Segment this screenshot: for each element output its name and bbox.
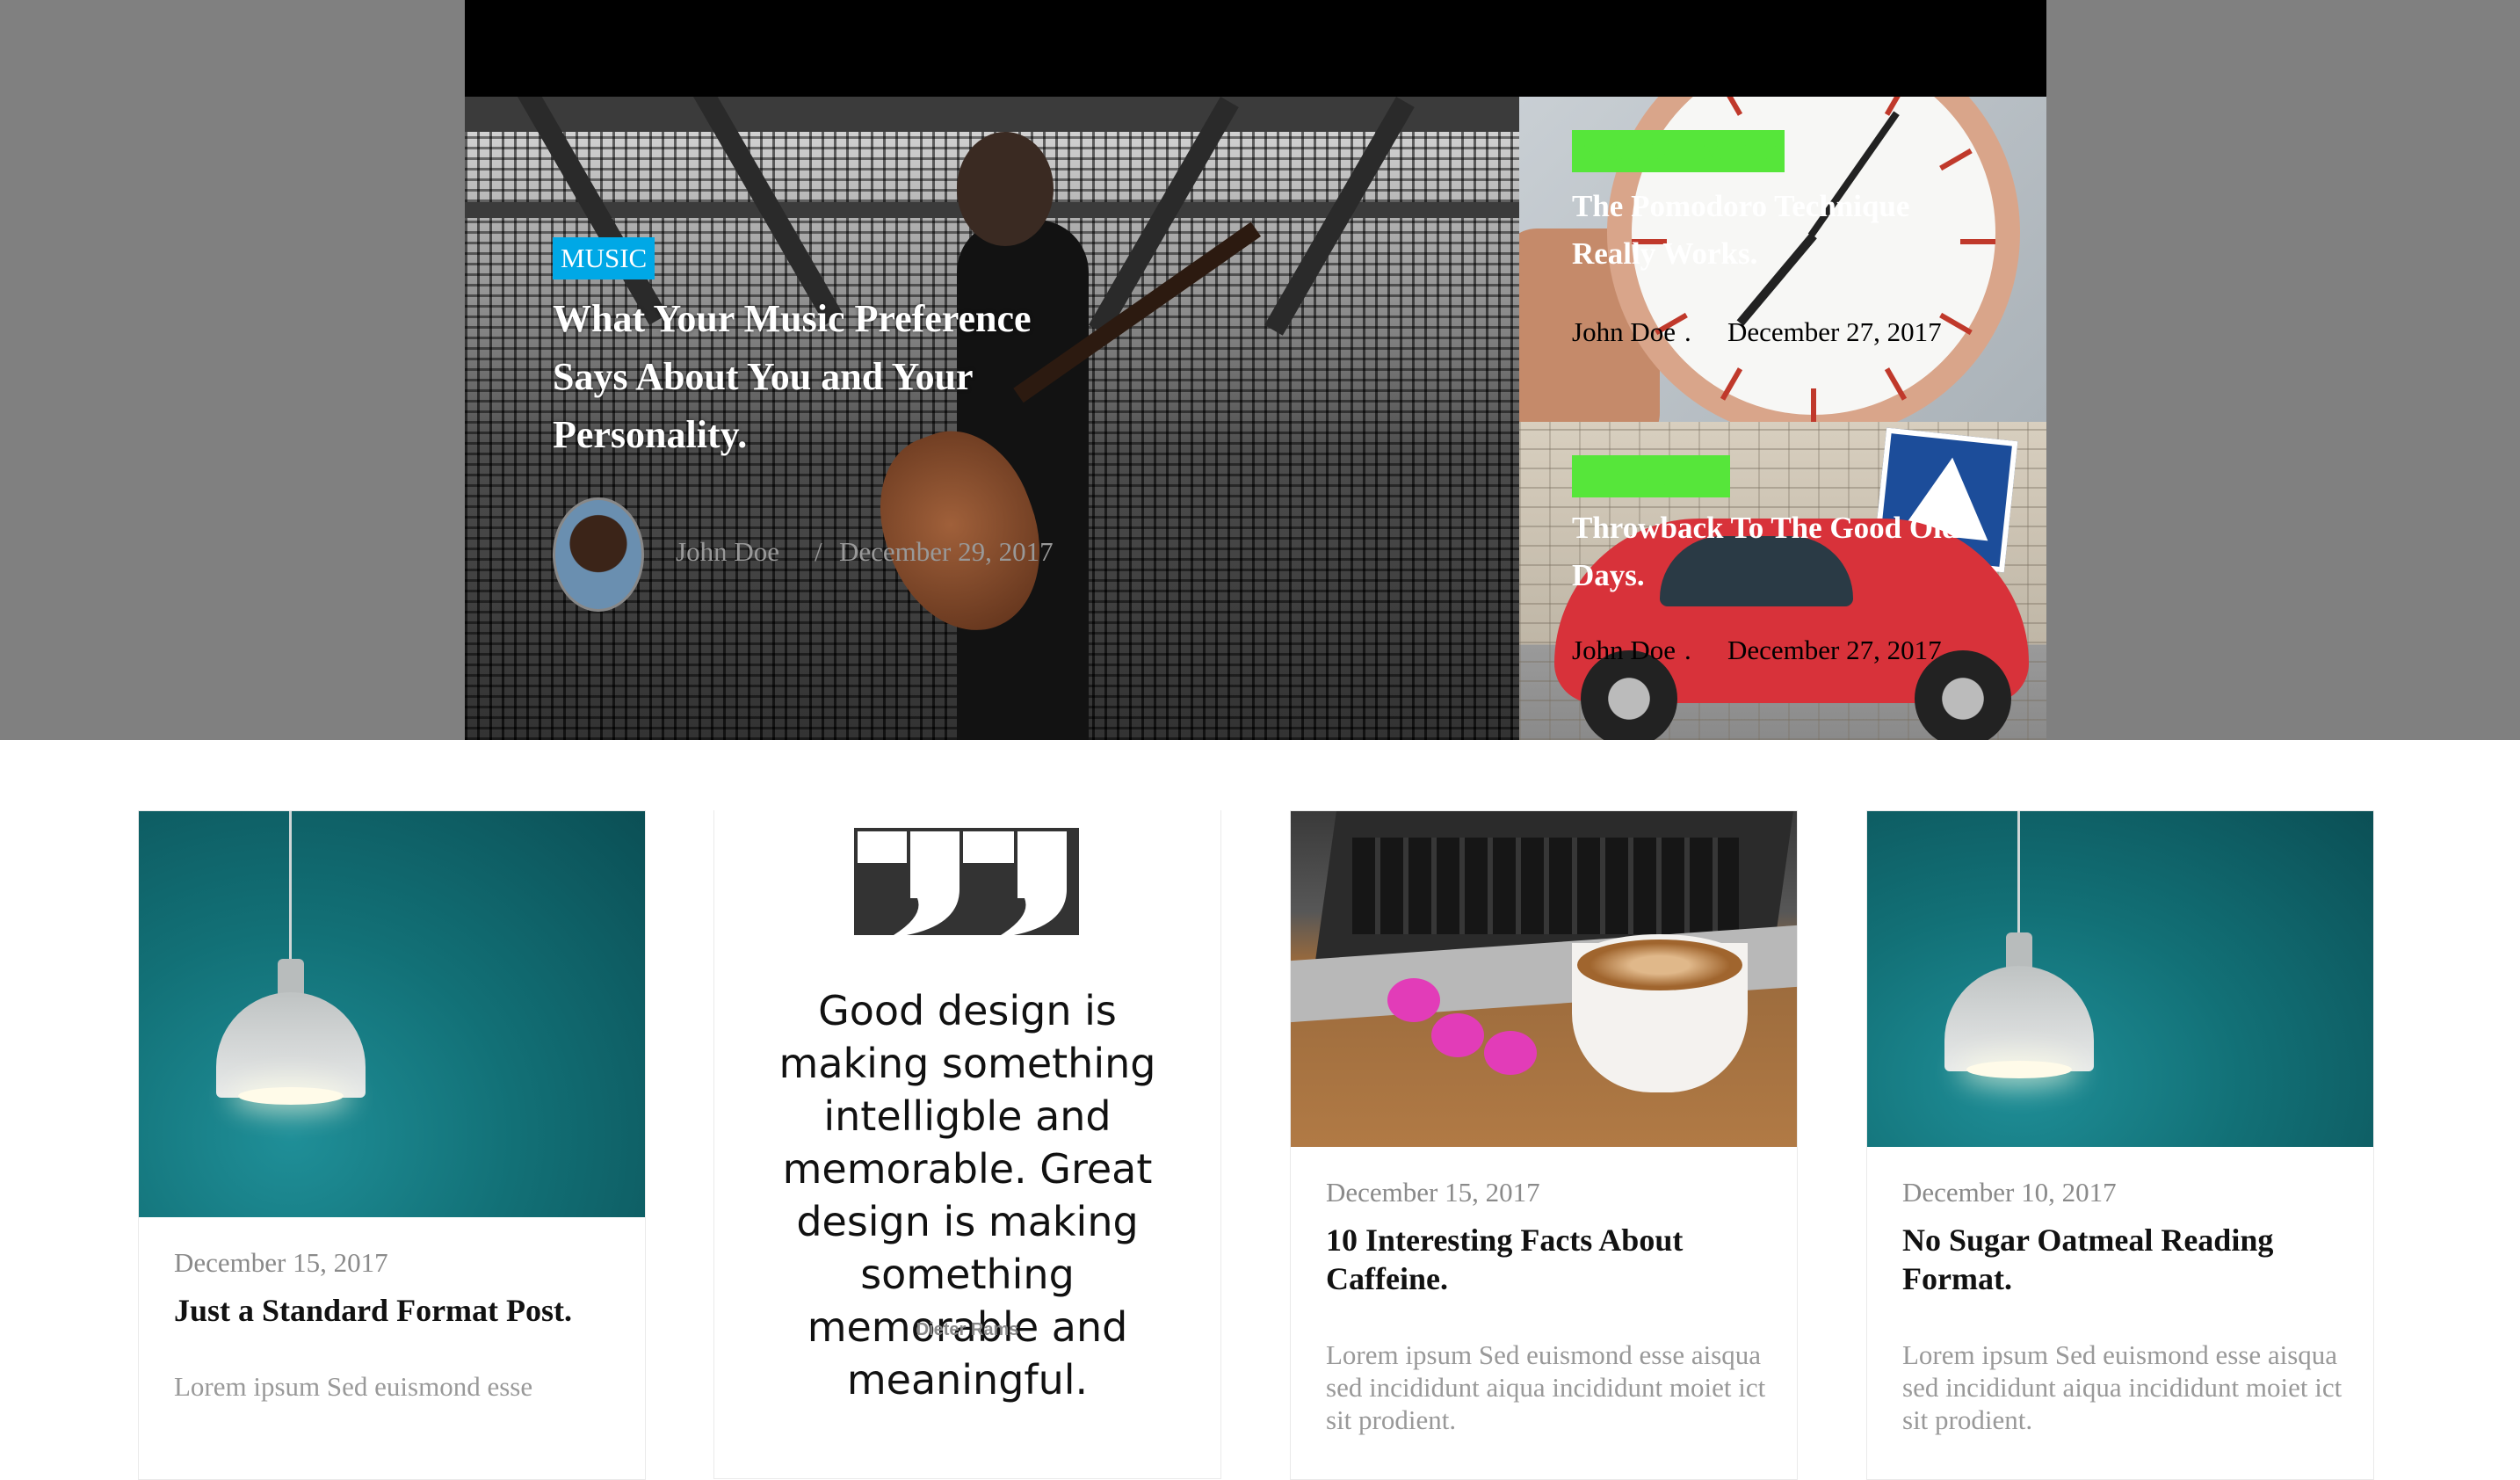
side-post-date: December 27, 2017 [1727, 316, 1942, 347]
featured-side-post-management[interactable]: MANAGEMENT The Pomodoro Technique Really… [1519, 97, 2046, 422]
meta-separator: . [1684, 635, 1691, 665]
quote-card[interactable]: Good design is making something intellig… [713, 810, 1221, 1479]
post-date: December 15, 2017 [1326, 1177, 1540, 1208]
flower [1484, 1031, 1537, 1075]
quote-mark-icon [854, 828, 1079, 935]
featured-posts: MUSIC What Your Music Preference Says Ab… [465, 0, 2046, 740]
flower [1387, 978, 1440, 1022]
featured-main-post[interactable]: MUSIC What Your Music Preference Says Ab… [465, 97, 1519, 740]
flower [1431, 1013, 1484, 1057]
top-bar [465, 0, 2046, 97]
post-card[interactable]: December 15, 2017 10 Interesting Facts A… [1290, 810, 1798, 1480]
meta-separator: . [1684, 316, 1691, 347]
category-tag-lifestyle[interactable]: LIFESTYLE [1572, 455, 1730, 497]
side-post-title-lifestyle[interactable]: Throwback To The Good Old Days. [1572, 504, 2011, 599]
coffee-latte-art [1572, 934, 1748, 996]
side-post-author[interactable]: John Doe [1572, 635, 1676, 666]
post-date: December 15, 2017 [174, 1247, 388, 1278]
category-tag-music[interactable]: MUSIC [553, 237, 655, 279]
post-thumbnail-lamp[interactable] [1867, 811, 2373, 1147]
post-excerpt: Lorem ipsum Sed euismond esse aisqua sed… [1902, 1339, 2343, 1435]
side-post-date: December 27, 2017 [1727, 635, 1942, 665]
quote-author: Dieter Rams [916, 1320, 1019, 1339]
category-tag-management[interactable]: MANAGEMENT [1572, 130, 1785, 172]
featured-main-author[interactable]: John Doe [676, 536, 779, 568]
post-thumbnail-coffee[interactable] [1291, 811, 1797, 1147]
post-excerpt: Lorem ipsum Sed euismond esse [174, 1371, 533, 1402]
post-date: December 10, 2017 [1902, 1177, 2117, 1208]
bridge-beam [465, 97, 1519, 132]
quote-text: Good design is making something intellig… [778, 987, 1156, 1404]
laptop-keyboard [1352, 838, 1739, 934]
featured-main-date: December 29, 2017 [839, 536, 1054, 567]
featured-main-title[interactable]: What Your Music Preference Says About Yo… [553, 290, 1097, 464]
post-card[interactable]: December 15, 2017 Just a Standard Format… [138, 810, 646, 1480]
post-card[interactable]: December 10, 2017 No Sugar Oatmeal Readi… [1866, 810, 2374, 1480]
post-title[interactable]: No Sugar Oatmeal Reading Format. [1902, 1221, 2350, 1298]
post-excerpt: Lorem ipsum Sed euismond esse aisqua sed… [1326, 1339, 1766, 1435]
post-thumbnail-lamp[interactable] [139, 811, 645, 1217]
featured-side-post-lifestyle[interactable]: LIFESTYLE Throwback To The Good Old Days… [1519, 422, 2046, 740]
side-post-title-management[interactable]: The Pomodoro Technique Really Works. [1572, 183, 1985, 278]
post-title[interactable]: Just a Standard Format Post. [174, 1291, 622, 1330]
author-avatar[interactable] [553, 497, 644, 612]
side-post-author[interactable]: John Doe [1572, 316, 1676, 348]
post-title[interactable]: 10 Interesting Facts About Caffeine. [1326, 1221, 1774, 1298]
musician-head [957, 132, 1054, 246]
